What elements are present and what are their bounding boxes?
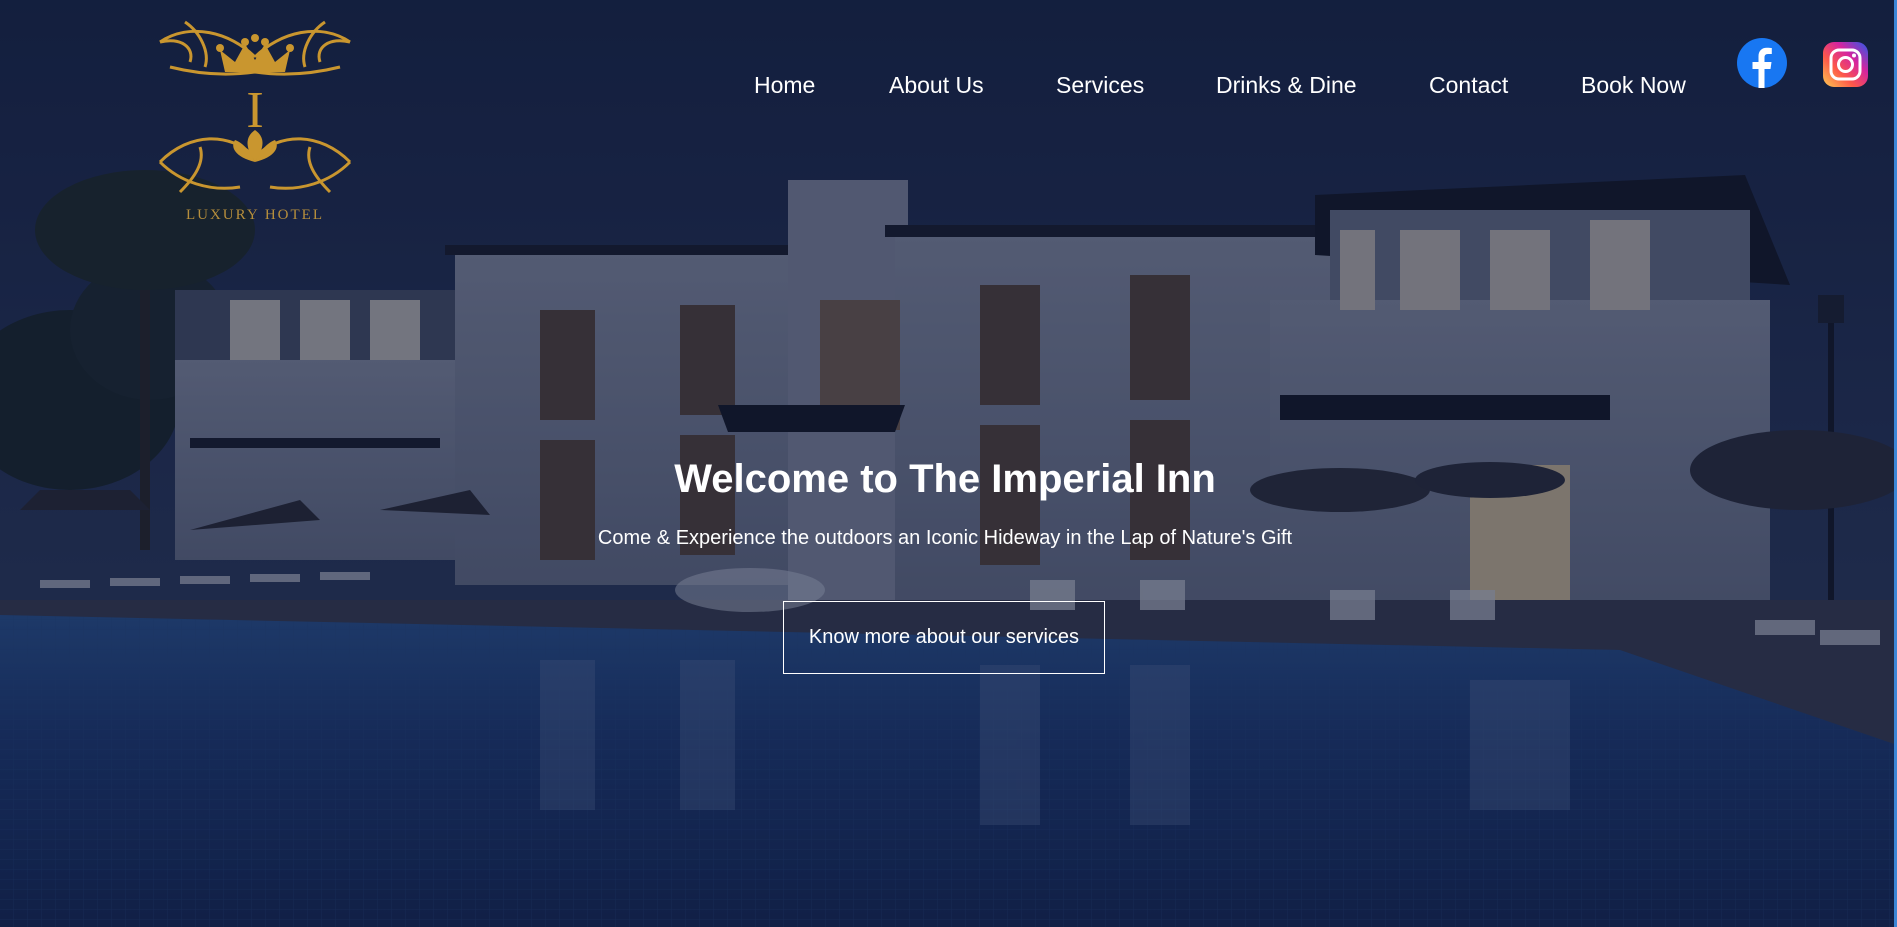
facebook-icon bbox=[1737, 38, 1787, 88]
logo-initial: I bbox=[246, 82, 263, 139]
nav-book-now[interactable]: Book Now bbox=[1581, 72, 1686, 99]
nav-services[interactable]: Services bbox=[1056, 72, 1144, 99]
nav-contact[interactable]: Contact bbox=[1429, 72, 1508, 99]
logo-tagline: LUXURY HOTEL bbox=[185, 207, 325, 223]
nav-drinks-dine[interactable]: Drinks & Dine bbox=[1216, 72, 1357, 99]
instagram-link[interactable] bbox=[1823, 42, 1868, 87]
instagram-icon bbox=[1823, 42, 1868, 87]
facebook-link[interactable] bbox=[1737, 38, 1787, 88]
hero-subtitle: Come & Experience the outdoors an Iconic… bbox=[597, 527, 1293, 549]
nav-home[interactable]: Home bbox=[754, 72, 815, 99]
hero-title: Welcome to The Imperial Inn bbox=[674, 457, 1216, 501]
hotel-logo[interactable]: I LUXURY HOTEL bbox=[150, 12, 360, 232]
crown-emblem-icon: I bbox=[158, 20, 352, 194]
nav-about-us[interactable]: About Us bbox=[889, 72, 984, 99]
hero-section: I LUXURY HOTEL Home About Us Services Dr… bbox=[0, 0, 1897, 927]
know-more-services-button[interactable]: Know more about our services bbox=[783, 601, 1105, 674]
